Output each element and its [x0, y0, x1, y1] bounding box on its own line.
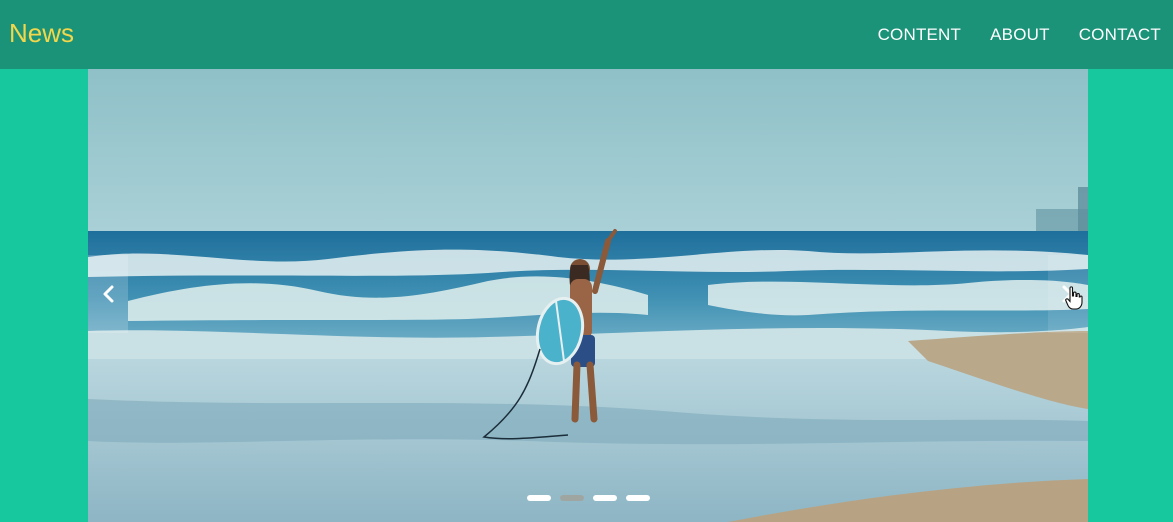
nav-link-about[interactable]: ABOUT [990, 25, 1050, 45]
beach-surfer-image [88, 69, 1088, 522]
carousel-indicator-2[interactable] [559, 495, 584, 501]
chevron-right-icon [1062, 285, 1073, 303]
chevron-left-icon [103, 285, 114, 303]
carousel-indicator-3[interactable] [592, 495, 617, 501]
nav-links: CONTENT ABOUT CONTACT [878, 0, 1161, 69]
carousel-indicator-4[interactable] [625, 495, 650, 501]
carousel-slide [88, 69, 1088, 522]
carousel-indicators [88, 495, 1088, 501]
nav-link-contact[interactable]: CONTACT [1079, 25, 1161, 45]
carousel-indicator-1[interactable] [526, 495, 551, 501]
brand-logo[interactable]: News [9, 16, 74, 50]
carousel-prev-button[interactable] [88, 255, 128, 333]
image-carousel[interactable] [88, 69, 1088, 522]
nav-link-content[interactable]: CONTENT [878, 25, 962, 45]
carousel-next-button[interactable] [1048, 255, 1088, 333]
navbar: News CONTENT ABOUT CONTACT [0, 0, 1173, 69]
